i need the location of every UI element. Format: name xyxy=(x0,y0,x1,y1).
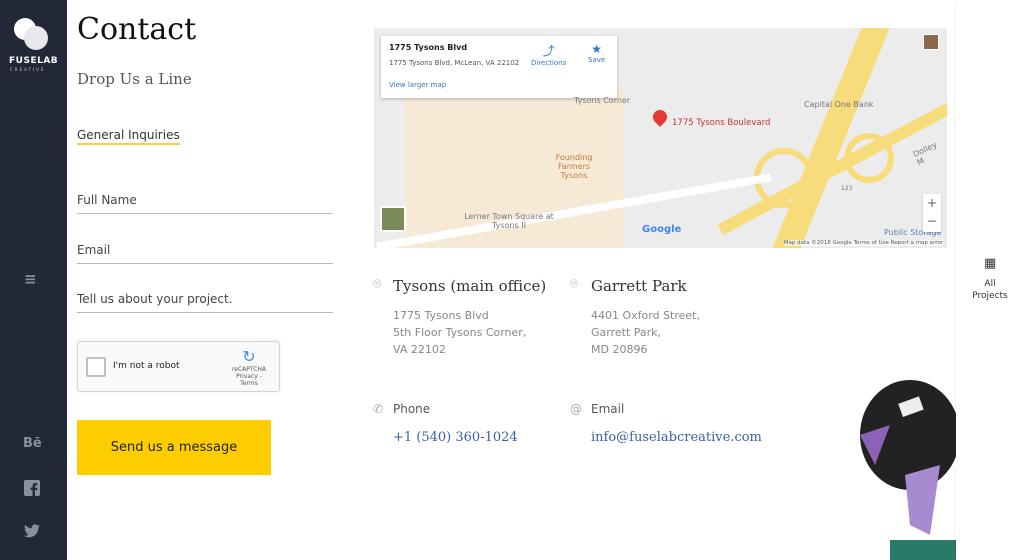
page-subtitle: Drop Us a Line xyxy=(77,70,192,88)
email-label: Email xyxy=(591,402,625,416)
google-map[interactable]: 1775 Tysons Blvd 1775 Tysons Blvd, McLea… xyxy=(374,28,947,248)
inquiry-type-select[interactable]: General Inquiries xyxy=(77,128,180,145)
behance-icon[interactable]: Bē xyxy=(23,436,42,451)
office-address: 4401 Oxford Street, Garrett Park, MD 20896 xyxy=(591,309,700,356)
email-link[interactable]: info@fuselabcreative.com xyxy=(591,430,762,445)
project-field[interactable]: Tell us about your project. xyxy=(77,292,333,313)
recaptcha-logo: ↻ reCAPTCHA Privacy - Terms xyxy=(231,347,267,388)
office-address: 1775 Tysons Blvd 5th Floor Tysons Corner,… xyxy=(393,309,527,356)
grid-icon[interactable]: ▦ xyxy=(984,256,996,271)
zoom-in-button[interactable]: + xyxy=(923,194,941,212)
satellite-toggle[interactable] xyxy=(380,206,406,232)
view-larger-map-link[interactable]: View larger map xyxy=(389,81,446,89)
page-title: Contact xyxy=(77,12,197,47)
recaptcha: I'm not a robot ↻ reCAPTCHA Privacy - Term… xyxy=(77,341,280,392)
location-pin-icon: ⌾ xyxy=(570,276,579,292)
location-pin-icon: ⌾ xyxy=(373,276,382,292)
email-field[interactable]: Email xyxy=(77,243,333,264)
star-icon: ★ xyxy=(591,42,602,56)
recaptcha-checkbox[interactable] xyxy=(86,357,106,377)
office-name: Tysons (main office) xyxy=(393,277,547,295)
facebook-icon[interactable] xyxy=(24,480,40,500)
fuselab-logo[interactable]: FUSELAB CREATIVE xyxy=(9,16,58,76)
map-footer[interactable]: Map data ©2018 Google Terms of Use Repor… xyxy=(783,240,943,246)
map-marker-icon[interactable] xyxy=(650,107,670,127)
save-button[interactable]: ★ Save xyxy=(588,42,605,64)
zoom-controls: + − xyxy=(923,194,941,232)
google-logo: Google xyxy=(642,224,682,235)
right-panel: ▦ All Projects xyxy=(956,0,1024,560)
phone-label: Phone xyxy=(393,402,431,416)
directions-button[interactable]: ⤴ Directions xyxy=(531,42,566,67)
directions-icon: ⤴ xyxy=(542,44,555,58)
sidebar: FUSELAB CREATIVE ≡ Bē xyxy=(0,0,67,560)
map-info-window: 1775 Tysons Blvd 1775 Tysons Blvd, McLea… xyxy=(381,36,617,98)
phone-icon: ✆ xyxy=(373,402,384,416)
send-message-button[interactable]: Send us a message xyxy=(77,420,271,475)
twitter-icon[interactable] xyxy=(24,524,40,542)
all-projects-link[interactable]: All Projects xyxy=(956,278,1024,302)
full-name-field[interactable]: Full Name xyxy=(77,193,333,214)
street-view-icon[interactable] xyxy=(923,34,939,50)
menu-icon[interactable]: ≡ xyxy=(24,270,37,288)
at-icon: @ xyxy=(570,402,582,416)
decorative-illustration xyxy=(860,380,956,560)
office-name: Garrett Park xyxy=(591,277,687,295)
phone-link[interactable]: +1 (540) 360-1024 xyxy=(393,430,518,445)
zoom-out-button[interactable]: − xyxy=(923,212,941,230)
